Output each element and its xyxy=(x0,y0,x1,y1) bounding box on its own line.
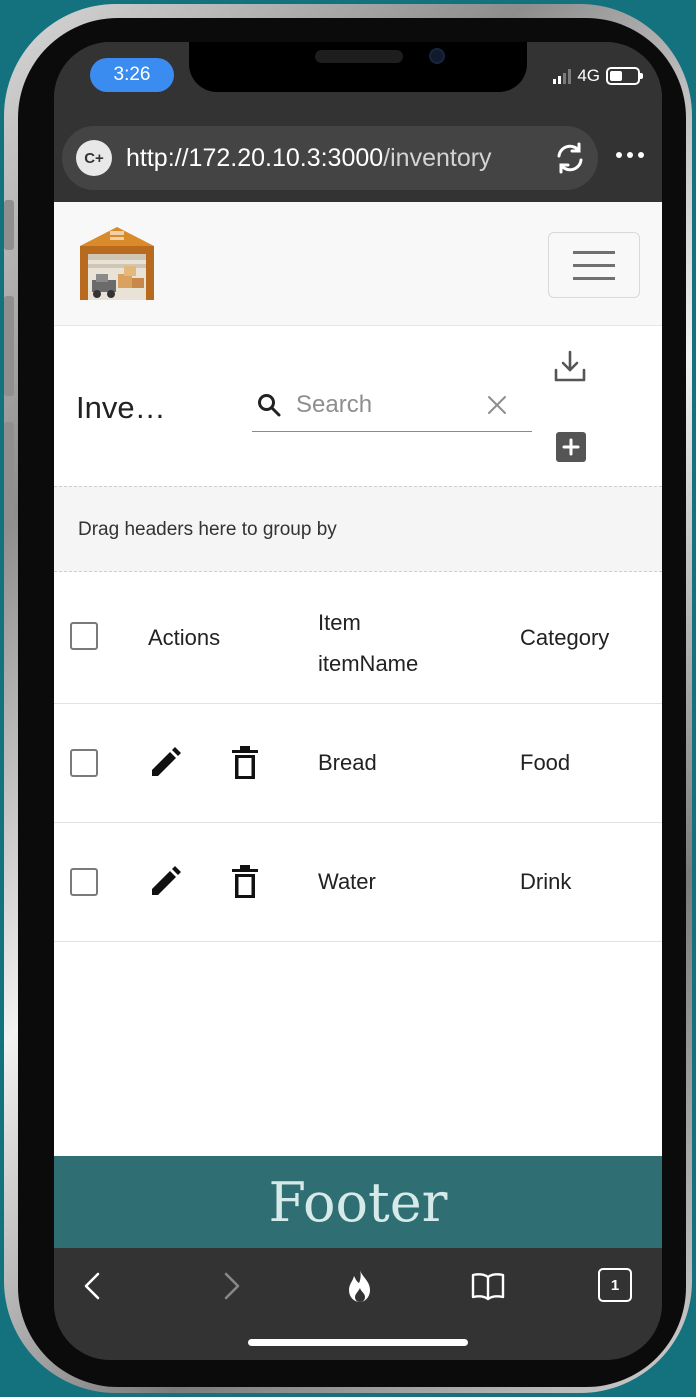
url-path: /inventory xyxy=(383,143,492,172)
url-text[interactable]: http://172.20.10.3:3000/inventory xyxy=(126,144,492,173)
front-camera xyxy=(429,48,445,64)
footer-text: Footer xyxy=(268,1170,448,1234)
page-footer: Footer xyxy=(54,1156,662,1248)
browser-toolbar: C+ http://172.20.10.3:3000/inventory xyxy=(54,116,662,202)
column-header-actions[interactable]: Actions xyxy=(148,625,220,651)
close-icon[interactable] xyxy=(484,392,510,418)
reload-icon[interactable] xyxy=(552,140,588,176)
pencil-icon[interactable] xyxy=(148,746,182,780)
pencil-icon[interactable] xyxy=(148,865,182,899)
column-header-item-field: itemName xyxy=(318,651,419,676)
bookmarks-icon[interactable] xyxy=(470,1268,506,1304)
status-time: 3:26 xyxy=(90,58,174,92)
phone-screen: 3:26 4G C+ http://172.20.10.3:3000/inven… xyxy=(54,42,662,1360)
table-row: Bread Food xyxy=(54,704,662,823)
silent-switch xyxy=(4,200,14,250)
cell-category: Drink xyxy=(520,869,572,894)
volume-up-button xyxy=(4,296,14,396)
speaker xyxy=(315,50,403,63)
address-bar[interactable]: C+ http://172.20.10.3:3000/inventory xyxy=(62,126,598,190)
back-icon[interactable] xyxy=(76,1268,112,1304)
web-page: Inve… Drag headers here to group by xyxy=(54,202,662,1156)
trash-icon[interactable] xyxy=(230,865,260,899)
download-icon[interactable] xyxy=(552,348,588,384)
search-box[interactable] xyxy=(252,384,532,432)
column-header-category[interactable]: Category xyxy=(520,625,609,651)
tabs-icon[interactable]: 1 xyxy=(598,1268,632,1302)
search-icon xyxy=(258,394,281,417)
table-row: Water Drink xyxy=(54,823,662,942)
flame-icon[interactable] xyxy=(342,1268,378,1304)
page-title: Inve… xyxy=(76,390,166,425)
hamburger-menu-icon[interactable] xyxy=(548,232,640,298)
forward-icon[interactable] xyxy=(212,1268,248,1304)
inventory-grid: Actions Item itemName Category Bread Foo… xyxy=(54,572,662,942)
home-indicator[interactable] xyxy=(248,1339,468,1346)
status-bar: 3:26 4G xyxy=(54,42,662,116)
group-panel[interactable]: Drag headers here to group by xyxy=(54,486,662,572)
signal-icon xyxy=(553,68,572,84)
warehouse-icon[interactable] xyxy=(78,224,156,302)
group-panel-text: Drag headers here to group by xyxy=(78,519,337,540)
grid-toolbar: Inve… xyxy=(54,326,662,486)
url-host: http://172.20.10.3:3000 xyxy=(126,143,384,172)
grid-header-row: Actions Item itemName Category xyxy=(54,572,662,704)
row-checkbox[interactable] xyxy=(70,868,98,896)
more-options-icon[interactable] xyxy=(616,152,644,158)
notch xyxy=(189,42,527,92)
column-header-item[interactable]: Item itemName xyxy=(318,602,418,684)
cell-item: Bread xyxy=(318,750,377,775)
cell-item: Water xyxy=(318,869,376,894)
status-indicators: 4G xyxy=(553,66,643,86)
app-header xyxy=(54,202,662,326)
volume-down-button xyxy=(4,422,14,522)
cell-category: Food xyxy=(520,750,571,775)
battery-icon xyxy=(606,67,643,85)
trash-icon[interactable] xyxy=(230,746,260,780)
network-type: 4G xyxy=(577,66,600,85)
column-header-item-caption: Item xyxy=(318,610,361,635)
search-input[interactable] xyxy=(296,388,476,422)
site-badge-icon[interactable]: C+ xyxy=(76,140,112,176)
row-checkbox[interactable] xyxy=(70,749,98,777)
add-icon[interactable] xyxy=(556,432,586,462)
select-all-checkbox[interactable] xyxy=(70,622,98,650)
